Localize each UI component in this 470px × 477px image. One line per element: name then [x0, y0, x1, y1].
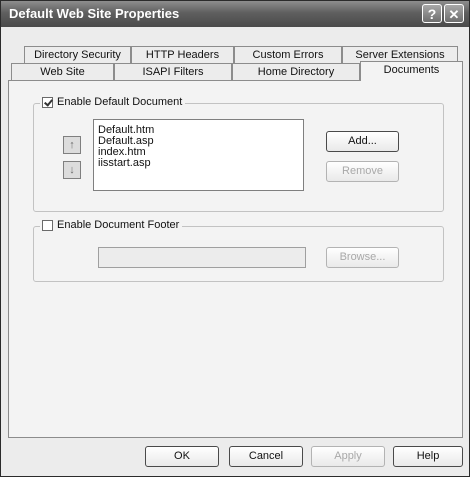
browse-button[interactable]: Browse...: [326, 247, 399, 268]
properties-dialog: Default Web Site Properties ? ✕ Director…: [0, 0, 470, 477]
close-icon[interactable]: ✕: [444, 4, 464, 23]
apply-button[interactable]: Apply: [311, 446, 385, 467]
cancel-button[interactable]: Cancel: [229, 446, 303, 467]
enable-default-document-label[interactable]: Enable Default Document: [57, 96, 182, 108]
tab-directory-security[interactable]: Directory Security: [24, 46, 131, 63]
document-footer-group: Enable Document Footer Browse...: [33, 219, 444, 282]
tab-web-site[interactable]: Web Site: [11, 63, 114, 80]
enable-document-footer-checkbox[interactable]: [42, 219, 53, 231]
add-button[interactable]: Add...: [326, 131, 399, 152]
list-item[interactable]: iisstart.asp: [98, 158, 151, 169]
footer-path-input[interactable]: [98, 247, 306, 268]
help-icon[interactable]: ?: [422, 4, 442, 23]
documents-panel: Enable Default Document ↑ ↓ Default.htm …: [8, 80, 463, 438]
default-document-list[interactable]: Default.htm Default.asp index.htm iissta…: [93, 119, 304, 191]
arrow-up-icon: ↑: [69, 139, 75, 151]
tab-home-directory[interactable]: Home Directory: [232, 63, 360, 80]
tab-custom-errors[interactable]: Custom Errors: [234, 46, 342, 63]
arrow-down-icon: ↓: [69, 164, 75, 176]
default-document-legend: Enable Default Document: [40, 96, 186, 108]
move-up-button[interactable]: ↑: [63, 136, 81, 154]
dialog-title: Default Web Site Properties: [9, 6, 180, 21]
help-button[interactable]: Help: [393, 446, 463, 467]
default-document-group: Enable Default Document ↑ ↓ Default.htm …: [33, 96, 444, 212]
tab-documents[interactable]: Documents: [360, 61, 463, 81]
tab-http-headers[interactable]: HTTP Headers: [131, 46, 234, 63]
enable-document-footer-label[interactable]: Enable Document Footer: [57, 219, 179, 231]
tab-isapi-filters[interactable]: ISAPI Filters: [114, 63, 232, 80]
ok-button[interactable]: OK: [145, 446, 219, 467]
title-bar[interactable]: Default Web Site Properties ? ✕: [1, 1, 469, 27]
document-footer-legend: Enable Document Footer: [40, 219, 183, 231]
move-down-button[interactable]: ↓: [63, 161, 81, 179]
remove-button[interactable]: Remove: [326, 161, 399, 182]
enable-default-document-checkbox[interactable]: [42, 96, 53, 108]
